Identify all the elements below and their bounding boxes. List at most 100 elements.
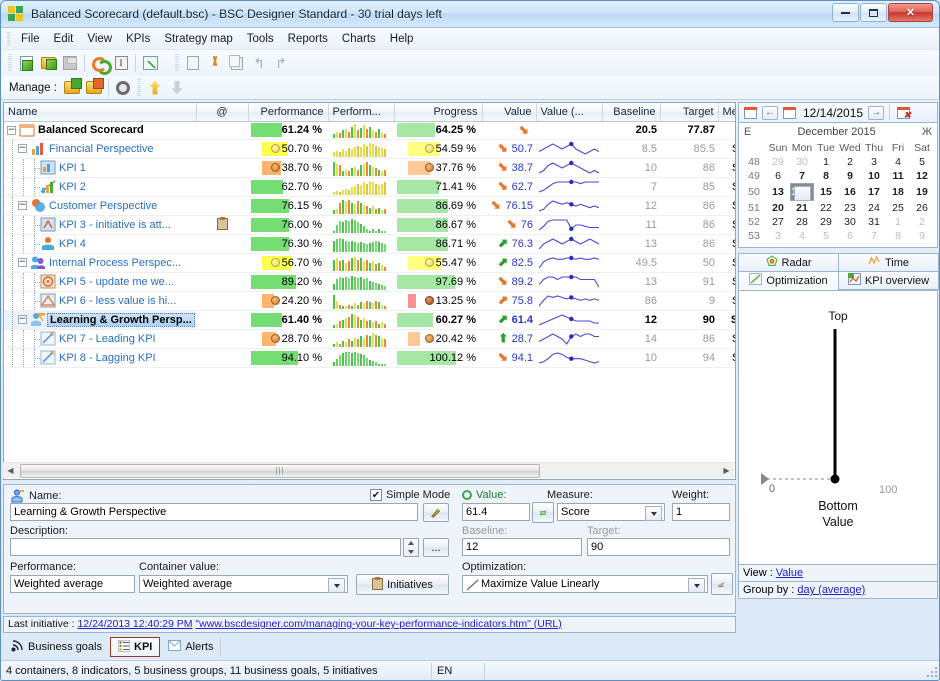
cell-progress[interactable]: 86.67 % bbox=[394, 215, 482, 235]
table-row[interactable]: KPI 1 38.70 % 37.76 % ➡38.7 1086Sco bbox=[4, 158, 735, 178]
cell-target[interactable]: 94 bbox=[660, 348, 718, 368]
cell-attachment[interactable] bbox=[196, 310, 248, 330]
calendar-date-value[interactable]: 12/14/2015 bbox=[801, 106, 865, 120]
optimization-formula-button[interactable]: Σ bbox=[711, 573, 733, 595]
scrollbar-thumb[interactable]: ||| bbox=[20, 463, 540, 478]
calendar-day[interactable]: 29 bbox=[766, 155, 790, 169]
view-value-link[interactable]: Value bbox=[776, 567, 803, 579]
cell-target[interactable]: 50 bbox=[660, 253, 718, 273]
cell-baseline[interactable]: 20.5 bbox=[602, 121, 660, 140]
name-magic-button[interactable] bbox=[423, 503, 449, 522]
copy-icon[interactable] bbox=[226, 52, 248, 74]
cell-performance[interactable]: 76.15 % bbox=[248, 196, 328, 216]
table-row[interactable]: KPI 3 - initiative is att... 76.00 % 86.67… bbox=[4, 215, 735, 235]
cell-baseline[interactable]: 11 bbox=[602, 215, 660, 235]
menu-help[interactable]: Help bbox=[383, 30, 421, 48]
close-button[interactable]: ✕ bbox=[888, 3, 933, 22]
cell-measure[interactable]: Sco bbox=[718, 139, 735, 159]
calendar-month-title[interactable]: December 2015 bbox=[797, 126, 875, 138]
cell-value[interactable]: ➡ 94.1 bbox=[482, 348, 536, 368]
calendar-day[interactable]: 12 bbox=[910, 169, 934, 183]
cell-target[interactable]: 85.5 bbox=[660, 139, 718, 159]
tree-expander[interactable]: − bbox=[18, 258, 27, 267]
calendar-day[interactable]: 8 bbox=[886, 229, 910, 243]
cell-performance[interactable]: 24.20 % bbox=[248, 291, 328, 311]
chart-icon[interactable] bbox=[139, 52, 161, 74]
optimization-chart[interactable]: Top 0 100 Bottom Value bbox=[738, 290, 938, 565]
toolbar-grip-2[interactable] bbox=[175, 54, 179, 72]
table-row[interactable]: − Customer Perspective 76.15 % 86.69 % ➡ 76.1… bbox=[4, 196, 735, 216]
cell-progress[interactable]: 55.47 % bbox=[394, 253, 482, 273]
cell-measure[interactable] bbox=[718, 121, 735, 140]
cell-performance[interactable]: 50.70 % bbox=[248, 139, 328, 159]
menu-kpis[interactable]: KPIs bbox=[119, 30, 157, 48]
calendar-day[interactable]: 5 bbox=[910, 155, 934, 169]
calendar-day[interactable]: 2 bbox=[910, 215, 934, 229]
cell-progress[interactable]: 97.69 % bbox=[394, 272, 482, 292]
tree-expander[interactable]: − bbox=[18, 315, 27, 324]
new-document-icon[interactable] bbox=[15, 52, 37, 74]
node-label[interactable]: KPI 2 bbox=[59, 181, 86, 193]
toolbar-grip[interactable] bbox=[8, 54, 12, 72]
cell-name[interactable]: − Financial Perspective bbox=[4, 139, 196, 159]
node-label[interactable]: KPI 4 bbox=[59, 238, 86, 250]
cell-attachment[interactable] bbox=[196, 234, 248, 254]
calendar-day[interactable]: 17 bbox=[862, 183, 886, 201]
name-input[interactable]: Learning & Growth Perspective bbox=[10, 503, 418, 521]
cell-baseline[interactable]: 8.5 bbox=[602, 139, 660, 159]
cut-icon[interactable] bbox=[204, 52, 226, 74]
node-label[interactable]: KPI 8 - Lagging KPI bbox=[59, 352, 156, 364]
table-row[interactable]: − Financial Perspective 50.70 % 54.59 % ➡ 50.… bbox=[4, 139, 735, 159]
baseline-input[interactable]: 12 bbox=[462, 538, 582, 556]
cell-baseline[interactable]: 49.5 bbox=[602, 253, 660, 273]
manage-grip[interactable] bbox=[136, 78, 141, 97]
table-row[interactable]: KPI 7 - Leading KPI 28.70 % 20.42 % ➡ 28.7 14… bbox=[4, 329, 735, 349]
tab-kpi[interactable]: KPI bbox=[110, 637, 161, 657]
simple-mode-checkbox[interactable]: ✔ bbox=[370, 489, 382, 501]
calendar-day[interactable]: 2 bbox=[838, 155, 862, 169]
cell-attachment[interactable] bbox=[196, 291, 248, 311]
calendar-day[interactable]: 9 bbox=[838, 169, 862, 183]
calendar-day[interactable]: 3 bbox=[766, 229, 790, 243]
calendar-day[interactable]: 9 bbox=[910, 229, 934, 243]
cell-target[interactable]: 86 bbox=[660, 234, 718, 254]
tab-optimization[interactable]: Optimization bbox=[738, 271, 839, 290]
cell-performance[interactable]: 76.30 % bbox=[248, 234, 328, 254]
cell-performance[interactable]: 89.20 % bbox=[248, 272, 328, 292]
cell-measure[interactable]: Sco bbox=[718, 234, 735, 254]
move-up-icon[interactable] bbox=[144, 77, 166, 99]
cell-attachment[interactable] bbox=[196, 348, 248, 368]
node-label[interactable]: KPI 6 - less value is hi... bbox=[59, 295, 176, 307]
value-input[interactable]: 61.4 bbox=[462, 503, 530, 521]
calendar-day[interactable]: 30 bbox=[790, 155, 814, 169]
cell-performance[interactable]: 76.00 % bbox=[248, 215, 328, 235]
cell-progress[interactable]: 71.41 % bbox=[394, 177, 482, 197]
calendar-day[interactable]: 25 bbox=[886, 201, 910, 215]
refresh-icon[interactable] bbox=[88, 52, 112, 75]
calendar-day[interactable]: 4 bbox=[886, 155, 910, 169]
cell-value[interactable]: ➡ 76.15 bbox=[482, 196, 536, 216]
cell-target[interactable]: 91 bbox=[660, 272, 718, 292]
calendar-clear-icon[interactable]: ✖ bbox=[895, 105, 912, 121]
cell-value[interactable]: ➡ 75.8 bbox=[482, 291, 536, 311]
calendar-day[interactable]: 4 bbox=[790, 229, 814, 243]
weight-input[interactable]: 1 bbox=[672, 503, 730, 521]
cell-baseline[interactable]: 14 bbox=[602, 329, 660, 349]
cell-progress[interactable]: 20.42 % bbox=[394, 329, 482, 349]
cell-attachment[interactable] bbox=[196, 177, 248, 197]
node-label[interactable]: KPI 7 - Leading KPI bbox=[59, 333, 156, 345]
calendar-today-icon[interactable] bbox=[742, 105, 759, 121]
cell-performance[interactable]: 61.40 % bbox=[248, 310, 328, 330]
calendar-widget[interactable]: E December 2015 Ж Sun Mon Tue Wed Thu Fri Sat … bbox=[738, 122, 938, 248]
last-initiative-url-link[interactable]: "www.bscdesigner.com/managing-your-key-p… bbox=[195, 618, 561, 630]
groupby-value-link[interactable]: day (average) bbox=[797, 584, 865, 596]
minimize-button[interactable] bbox=[832, 3, 859, 22]
cell-attachment[interactable] bbox=[196, 329, 248, 349]
cell-measure[interactable]: Sco bbox=[718, 196, 735, 216]
cell-measure[interactable]: Sco bbox=[718, 272, 735, 292]
cell-attachment[interactable] bbox=[196, 121, 248, 140]
cell-name[interactable]: KPI 4 bbox=[4, 234, 196, 254]
calendar-day[interactable]: 7 bbox=[790, 169, 814, 183]
table-row[interactable]: KPI 2 62.70 % 71.41 % ➡62.7 785Sco bbox=[4, 177, 735, 197]
scrollbar-track[interactable]: ||| bbox=[18, 463, 719, 478]
